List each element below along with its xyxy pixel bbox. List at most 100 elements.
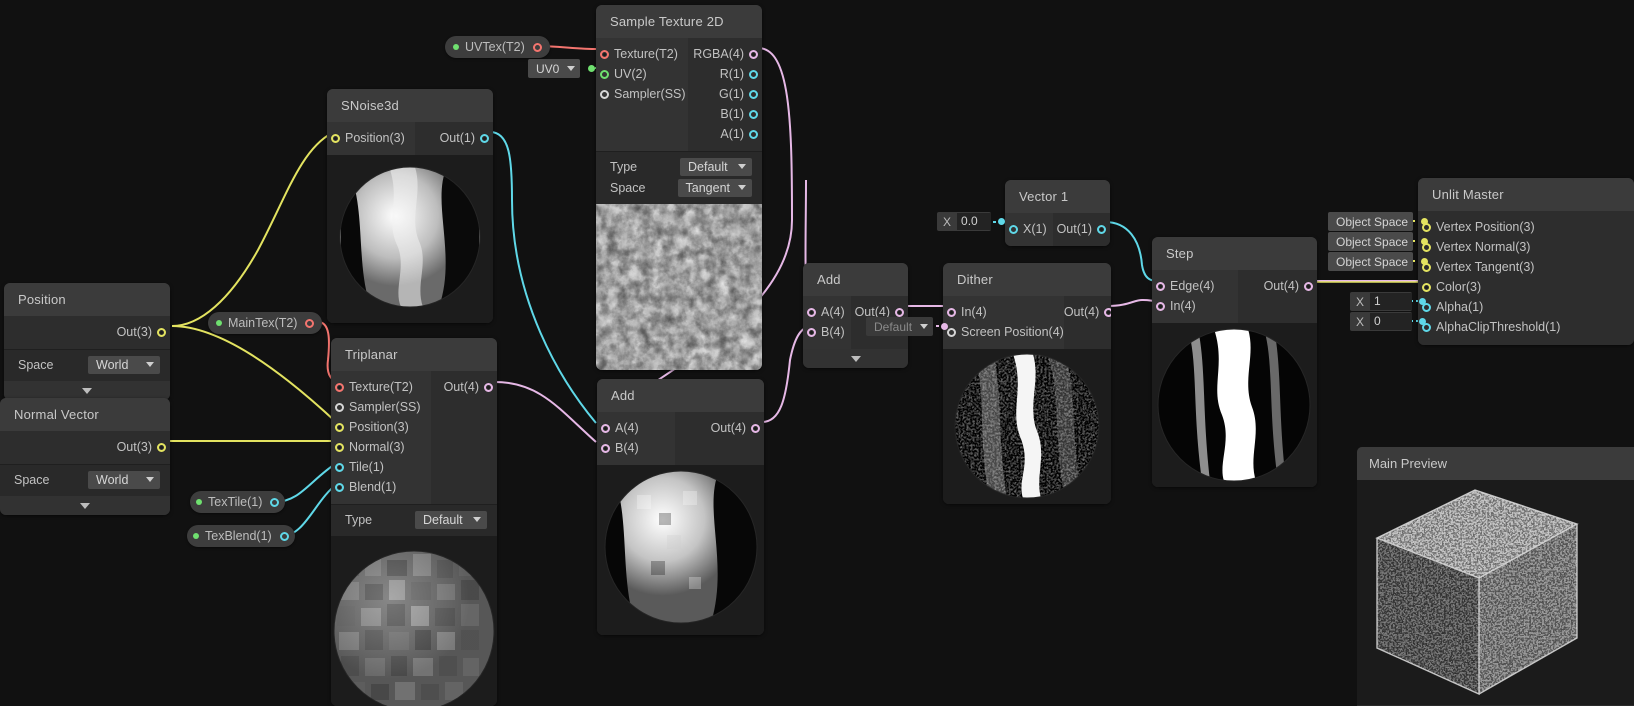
node-snoise3d[interactable]: SNoise3d Position(3) Out(1) <box>327 89 493 323</box>
space-dropdown[interactable]: World <box>88 470 160 489</box>
port-in[interactable]: In(4) <box>1152 296 1238 316</box>
port-dot-sampler[interactable] <box>335 402 344 412</box>
space-dropdown[interactable]: World <box>88 355 160 374</box>
node-add-upper[interactable]: Add A(4) B(4) Out(4) <box>803 263 908 368</box>
port-dot-vector4[interactable] <box>807 327 816 337</box>
vertex-position-space-widget[interactable]: Object Space <box>1328 212 1429 231</box>
port-out[interactable]: Out(3) <box>0 437 170 457</box>
port-dot-vector4[interactable] <box>895 307 904 317</box>
node-normal-vector[interactable]: Normal Vector Out(3) Space World <box>0 398 170 515</box>
setting-space[interactable]: Space World <box>4 354 170 375</box>
float-input[interactable]: X 0.0 <box>937 212 992 231</box>
property-maintex[interactable]: MainTex(T2) <box>208 312 323 334</box>
port-out-r[interactable]: R(1) <box>688 64 762 84</box>
master-port-vertex-position[interactable]: Vertex Position(3) <box>1418 217 1634 237</box>
collapse-preview-bar[interactable] <box>0 496 170 515</box>
port-in-b[interactable]: B(4) <box>597 438 675 458</box>
type-dropdown[interactable]: Default <box>680 157 752 176</box>
widget-dot[interactable] <box>941 323 949 330</box>
port-in[interactable]: Position(3) <box>327 128 415 148</box>
vertex-tangent-space-widget[interactable]: Object Space <box>1328 252 1429 271</box>
widget-dot[interactable] <box>588 65 596 72</box>
port-out[interactable]: Out(1) <box>415 128 493 148</box>
property-uvtex[interactable]: UVTex(T2) <box>445 36 550 58</box>
float-input[interactable]: X 1 <box>1350 292 1413 311</box>
port-dot-float[interactable] <box>749 129 758 139</box>
port-dot-float[interactable] <box>1009 224 1018 234</box>
node-vector-1[interactable]: Vector 1 X(1) Out(1) <box>1005 180 1110 246</box>
node-triplanar[interactable]: Triplanar Texture(T2) Sampler(SS) Positi… <box>331 338 497 706</box>
port-dot-sampler[interactable] <box>600 89 609 99</box>
port-in-sampler[interactable]: Sampler(SS) <box>596 84 688 104</box>
field-dot[interactable] <box>998 218 1006 225</box>
node-step[interactable]: Step Edge(4) In(4) Out(4) <box>1152 237 1317 487</box>
setting-type[interactable]: Type Default <box>331 509 497 530</box>
port-in-a[interactable]: A(4) <box>803 302 851 322</box>
port-out-rgba[interactable]: RGBA(4) <box>688 44 762 64</box>
object-space-dropdown[interactable]: Object Space <box>1328 212 1414 231</box>
port-dot-float[interactable] <box>279 531 289 541</box>
setting-space[interactable]: Space World <box>0 469 170 490</box>
port-dot-vector4[interactable] <box>484 382 493 392</box>
port-dot-vector3[interactable] <box>335 442 344 452</box>
field-dot[interactable] <box>1419 298 1427 305</box>
port-dot-vector4[interactable] <box>1156 281 1165 291</box>
port-out[interactable]: Out(1) <box>1053 219 1110 239</box>
port-dot-screen-position[interactable] <box>947 327 956 337</box>
port-in-uv[interactable]: UV(2) <box>596 64 688 84</box>
widget-dot[interactable] <box>1421 218 1429 225</box>
port-dot-vector4[interactable] <box>601 423 610 433</box>
space-dropdown[interactable]: Tangent <box>677 178 752 197</box>
port-dot-vector4[interactable] <box>601 443 610 453</box>
add-b-default-widget[interactable]: Default <box>866 317 949 336</box>
object-space-dropdown[interactable]: Object Space <box>1328 232 1414 251</box>
float-value[interactable]: 0 <box>1370 313 1413 330</box>
port-in-sampler[interactable]: Sampler(SS) <box>331 397 431 417</box>
port-in-position[interactable]: Position(3) <box>331 417 431 437</box>
port-in-texture[interactable]: Texture(T2) <box>331 377 431 397</box>
port-dot-texture[interactable] <box>532 42 542 52</box>
port-out-g[interactable]: G(1) <box>688 84 762 104</box>
port-dot-float[interactable] <box>749 89 758 99</box>
setting-type[interactable]: Type Default <box>596 156 762 177</box>
alpha-clip-threshold-field[interactable]: X 0 <box>1350 312 1427 331</box>
master-port-alpha[interactable]: Alpha(1) <box>1418 297 1634 317</box>
port-in-tile[interactable]: Tile(1) <box>331 457 431 477</box>
object-space-dropdown[interactable]: Object Space <box>1328 252 1414 271</box>
node-position[interactable]: Position Out(3) Space World <box>4 283 170 400</box>
port-in[interactable]: In(4) <box>943 302 1064 322</box>
float-value[interactable]: 1 <box>1370 293 1413 310</box>
float-value[interactable]: 0.0 <box>957 213 992 230</box>
port-dot-float[interactable] <box>335 462 344 472</box>
port-dot-vector4[interactable] <box>807 307 816 317</box>
port-out[interactable]: Out(4) <box>431 377 497 397</box>
field-dot[interactable] <box>1419 318 1427 325</box>
port-dot-float[interactable] <box>335 482 344 492</box>
port-dot-vector4[interactable] <box>1156 301 1165 311</box>
main-preview-body[interactable] <box>1357 480 1634 705</box>
port-in-edge[interactable]: Edge(4) <box>1152 276 1238 296</box>
port-dot-float[interactable] <box>270 497 280 507</box>
property-texblend[interactable]: TexBlend(1) <box>187 525 295 547</box>
port-dot-texture[interactable] <box>335 382 344 392</box>
port-in-blend[interactable]: Blend(1) <box>331 477 431 497</box>
port-out[interactable]: Out(3) <box>4 322 170 342</box>
vector1-x-field[interactable]: X 0.0 <box>937 212 1006 231</box>
port-dot-vector3[interactable] <box>335 422 344 432</box>
port-dot-vector4[interactable] <box>1304 281 1313 291</box>
alpha-field[interactable]: X 1 <box>1350 292 1427 311</box>
port-out-b[interactable]: B(1) <box>688 104 762 124</box>
master-port-vertex-tangent[interactable]: Vertex Tangent(3) <box>1418 257 1634 277</box>
port-in-a[interactable]: A(4) <box>597 418 675 438</box>
port-in-x[interactable]: X(1) <box>1005 219 1053 239</box>
port-in-normal[interactable]: Normal(3) <box>331 437 431 457</box>
node-dither[interactable]: Dither In(4) Screen Position(4) Out(4) <box>943 263 1111 504</box>
type-dropdown[interactable]: Default <box>415 510 487 529</box>
port-in-texture[interactable]: Texture(T2) <box>596 44 688 64</box>
master-port-color[interactable]: Color(3) <box>1418 277 1634 297</box>
collapse-preview-bar[interactable] <box>803 349 908 368</box>
uv0-channel-widget[interactable]: UV0 <box>528 59 596 78</box>
port-out-a[interactable]: A(1) <box>688 124 762 144</box>
port-out[interactable]: Out(4) <box>1238 276 1317 296</box>
port-dot-texture[interactable] <box>305 318 315 328</box>
